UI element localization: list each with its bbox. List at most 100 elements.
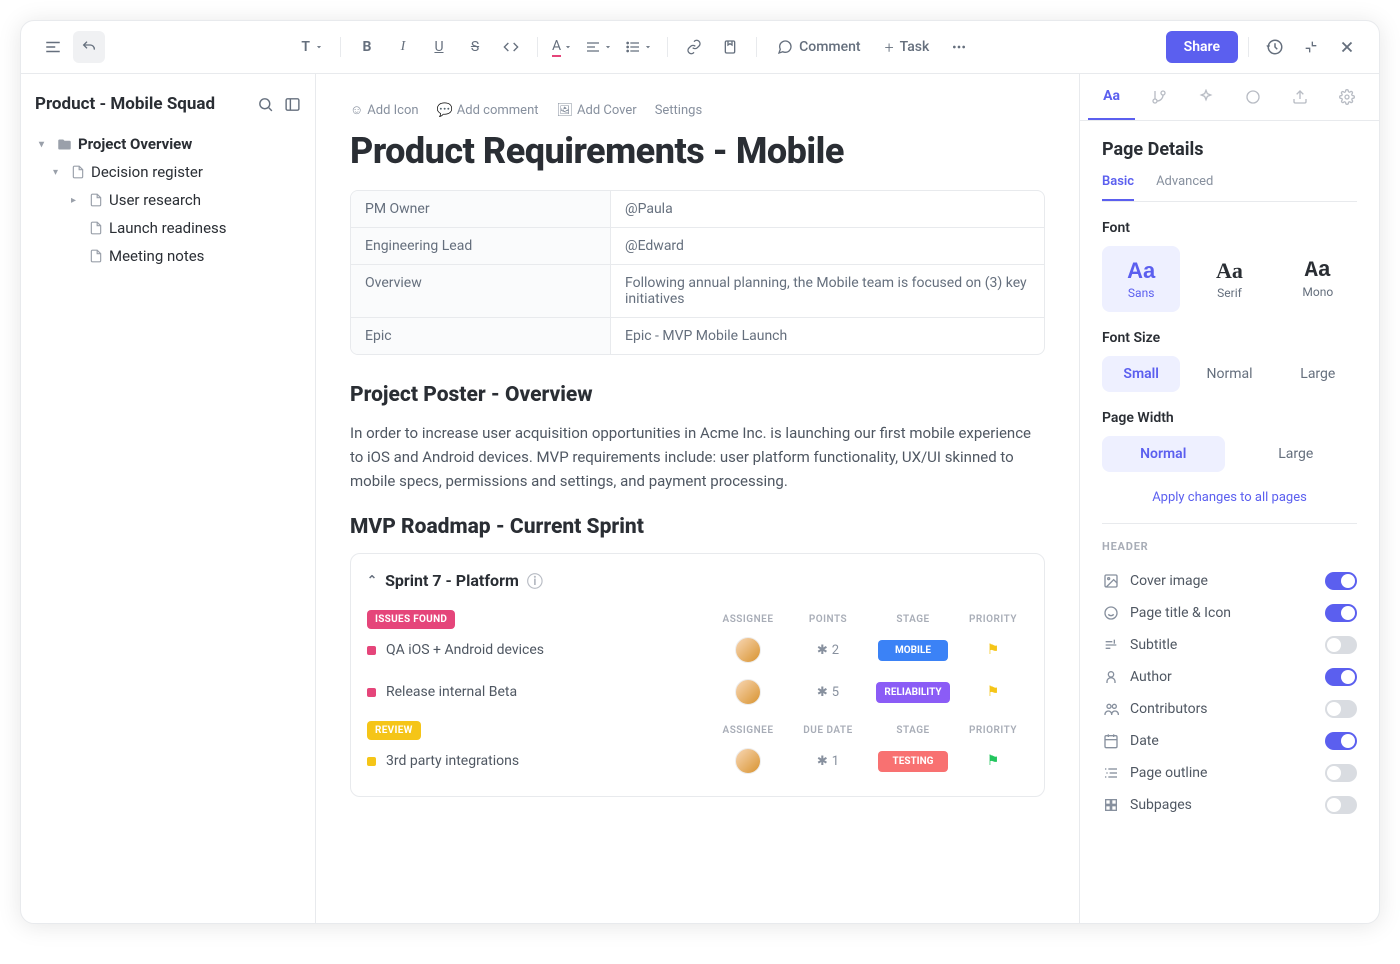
strikethrough-icon[interactable]: S: [459, 31, 491, 63]
workspace-title: Product - Mobile Squad: [35, 94, 215, 114]
comment-button[interactable]: Comment: [767, 33, 870, 61]
link-icon[interactable]: [678, 31, 710, 63]
bookmark-icon[interactable]: [714, 31, 746, 63]
task-group-label[interactable]: ISSUES FOUND: [367, 610, 455, 629]
avatar[interactable]: [735, 679, 761, 705]
toggle-row-subpages: Subpages: [1102, 789, 1357, 821]
undo-icon[interactable]: [73, 31, 105, 63]
underline-icon[interactable]: U: [423, 31, 455, 63]
bold-icon[interactable]: B: [351, 31, 383, 63]
italic-icon[interactable]: I: [387, 31, 419, 63]
toggle-switch[interactable]: [1325, 700, 1357, 718]
chevron-up-icon[interactable]: ⌃: [367, 573, 377, 587]
priority-flag-icon[interactable]: ⚑: [958, 753, 1028, 769]
paragraph-style-dropdown[interactable]: T: [295, 31, 330, 63]
author-icon: [1102, 669, 1120, 685]
section-roadmap-title: MVP Roadmap - Current Sprint: [350, 515, 1045, 539]
header-section-label: HEADER: [1102, 540, 1357, 553]
meta-row[interactable]: EpicEpic - MVP Mobile Launch: [351, 318, 1044, 354]
fontsize-small[interactable]: Small: [1102, 356, 1180, 392]
more-icon[interactable]: [943, 31, 975, 63]
font-option-sans[interactable]: AaSans: [1102, 246, 1180, 312]
toggle-switch[interactable]: [1325, 572, 1357, 590]
info-icon[interactable]: ⓘ: [527, 568, 543, 592]
toggle-switch[interactable]: [1325, 796, 1357, 814]
toggle-switch[interactable]: [1325, 732, 1357, 750]
sidebar-toggle-icon[interactable]: [284, 96, 301, 113]
sprint-name: Sprint 7 - Platform: [385, 571, 519, 590]
tab-export-icon[interactable]: [1277, 74, 1324, 120]
sprint-card: ⌃ Sprint 7 - Platform ⓘ ISSUES FOUNDASSI…: [350, 553, 1045, 797]
close-icon[interactable]: [1331, 31, 1363, 63]
fontsize-label: Font Size: [1102, 330, 1357, 346]
tab-typography[interactable]: Aa: [1088, 74, 1135, 120]
toggle-switch[interactable]: [1325, 636, 1357, 654]
toggle-row-cover-image: Cover image: [1102, 565, 1357, 597]
toggle-row-page-outline: Page outline: [1102, 757, 1357, 789]
toggle-row-page-title-icon: Page title & Icon: [1102, 597, 1357, 629]
fontsize-large[interactable]: Large: [1279, 356, 1357, 392]
avatar[interactable]: [735, 637, 761, 663]
tab-relations-icon[interactable]: [1135, 74, 1182, 120]
priority-flag-icon[interactable]: ⚑: [958, 642, 1028, 658]
toggle-switch[interactable]: [1325, 668, 1357, 686]
contributors-icon: [1102, 701, 1120, 717]
apply-all-link[interactable]: Apply changes to all pages: [1102, 490, 1357, 505]
sidebar-item-1[interactable]: ▾Decision register: [35, 158, 301, 186]
emoji-icon: [1102, 605, 1120, 621]
task-row[interactable]: 3rd party integrations✱ 1TESTING⚑: [367, 740, 1028, 782]
meta-row[interactable]: PM Owner@Paula: [351, 191, 1044, 228]
priority-flag-icon[interactable]: ⚑: [958, 684, 1028, 700]
font-option-serif[interactable]: AaSerif: [1190, 246, 1268, 312]
date-icon: [1102, 733, 1120, 749]
toggle-row-subtitle: Subtitle: [1102, 629, 1357, 661]
tab-settings-icon[interactable]: [1324, 74, 1371, 120]
pagewidth-large[interactable]: Large: [1235, 436, 1358, 472]
meta-table: PM Owner@PaulaEngineering Lead@EdwardOve…: [350, 190, 1045, 355]
sidebar-item-0[interactable]: ▾Project Overview: [35, 130, 301, 158]
top-toolbar: T B I U S A Comment +Task Share: [21, 21, 1379, 74]
add-icon-action[interactable]: ☺ Add Icon: [350, 102, 419, 118]
task-button[interactable]: +Task: [875, 32, 940, 63]
history-icon[interactable]: [1259, 31, 1291, 63]
add-cover-action[interactable]: 🖼 Add Cover: [557, 102, 637, 118]
toggle-switch[interactable]: [1325, 604, 1357, 622]
settings-action[interactable]: Settings: [655, 102, 702, 118]
collapse-icon[interactable]: [1295, 31, 1327, 63]
left-sidebar: Product - Mobile Squad ▾Project Overview…: [21, 74, 316, 923]
meta-row[interactable]: Engineering Lead@Edward: [351, 228, 1044, 265]
sidebar-item-3[interactable]: Launch readiness: [35, 214, 301, 242]
outline-icon: [1102, 765, 1120, 781]
tab-ai-icon[interactable]: [1182, 74, 1229, 120]
code-icon[interactable]: [495, 31, 527, 63]
meta-row[interactable]: OverviewFollowing annual planning, the M…: [351, 265, 1044, 318]
align-dropdown[interactable]: [581, 31, 617, 63]
section-poster-body[interactable]: In order to increase user acquisition op…: [350, 421, 1045, 493]
pagewidth-normal[interactable]: Normal: [1102, 436, 1225, 472]
share-button[interactable]: Share: [1166, 31, 1238, 63]
toggle-switch[interactable]: [1325, 764, 1357, 782]
task-row[interactable]: Release internal Beta✱ 5RELIABILITY⚑: [367, 671, 1028, 713]
add-comment-action[interactable]: 💬 Add comment: [437, 102, 539, 118]
page-title[interactable]: Product Requirements - Mobile: [350, 130, 1045, 172]
font-label: Font: [1102, 220, 1357, 236]
font-option-mono[interactable]: AaMono: [1279, 246, 1357, 312]
menu-icon[interactable]: [37, 31, 69, 63]
sidebar-item-4[interactable]: Meeting notes: [35, 242, 301, 270]
avatar[interactable]: [735, 748, 761, 774]
text-color-dropdown[interactable]: A: [548, 31, 577, 63]
task-row[interactable]: QA iOS + Android devices✱ 2MOBILE⚑: [367, 629, 1028, 671]
toggle-row-author: Author: [1102, 661, 1357, 693]
search-icon[interactable]: [257, 96, 274, 113]
list-dropdown[interactable]: [621, 31, 657, 63]
subtab-advanced[interactable]: Advanced: [1156, 174, 1213, 201]
tab-comments-icon[interactable]: [1230, 74, 1277, 120]
panel-title: Page Details: [1102, 139, 1357, 160]
task-group-label[interactable]: REVIEW: [367, 721, 421, 740]
subtab-basic[interactable]: Basic: [1102, 174, 1134, 201]
right-panel: Aa Page Details Basic Advanced Font AaSa…: [1079, 74, 1379, 923]
sprint-header[interactable]: ⌃ Sprint 7 - Platform ⓘ: [367, 568, 1028, 592]
toggle-row-contributors: Contributors: [1102, 693, 1357, 725]
fontsize-normal[interactable]: Normal: [1190, 356, 1268, 392]
sidebar-item-2[interactable]: ▸User research: [35, 186, 301, 214]
